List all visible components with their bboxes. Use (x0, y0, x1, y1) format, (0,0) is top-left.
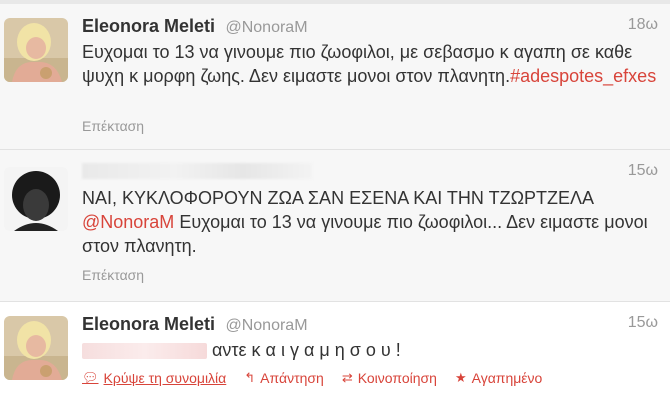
retweet-icon: ⇄ (341, 370, 353, 385)
expand-link[interactable]: Επέκταση (82, 118, 144, 134)
hide-conversation-button[interactable]: 💬︎ Κρύψε τη συνομιλία (82, 370, 226, 386)
tweet-header (82, 162, 670, 184)
author-handle[interactable]: @NonoraM (225, 19, 307, 36)
tweet-1[interactable]: Eleonora Meleti @NonoraM 18ω Ευχομαι το … (0, 4, 670, 150)
tweet-line-1: ΝΑΙ, ΚΥΚΛΟΦΟΡΟΥΝ ΖΩΑ ΣΑΝ ΕΣΕΝΑ ΚΑΙ ΤΗΝ Τ… (82, 188, 595, 208)
conversation-icon: 💬︎ (82, 370, 99, 385)
tweet-body: αντε κ α ι γ α μ η σ ο υ ! (212, 340, 401, 360)
author-name[interactable]: Eleonora Meleti (82, 314, 215, 334)
tweet-header: Eleonora Meleti @NonoraM (82, 16, 670, 38)
mention-link[interactable]: @NonoraM (82, 212, 174, 232)
avatar[interactable] (4, 18, 68, 82)
tweet-time[interactable]: 15ω (628, 314, 658, 332)
avatar[interactable] (4, 167, 68, 231)
avatar[interactable] (4, 316, 68, 380)
tweet-text: αντε κ α ι γ α μ η σ ο υ ! (82, 338, 657, 362)
author-handle[interactable]: @NonoraM (225, 317, 307, 334)
favorite-icon: ★ (454, 370, 467, 385)
reply-label: Απάντηση (260, 370, 324, 386)
tweet-line-2: @NonoraM Ευχομαι το 13 να γινουμε πιο ζω… (82, 210, 657, 258)
favorite-button[interactable]: ★ Αγαπημένο (455, 370, 542, 386)
tweet-2[interactable]: 15ω ΝΑΙ, ΚΥΚΛΟΦΟΡΟΥΝ ΖΩΑ ΣΑΝ ΕΣΕΝΑ ΚΑΙ Τ… (0, 150, 670, 302)
reply-button[interactable]: ↰ Απάντηση (244, 370, 324, 386)
retweet-button[interactable]: ⇄ Κοινοποίηση (342, 370, 437, 386)
tweet-time[interactable]: 15ω (628, 162, 658, 180)
favorite-label: Αγαπημένο (471, 370, 543, 386)
blurred-mention[interactable] (82, 343, 207, 360)
author-name[interactable]: Eleonora Meleti (82, 16, 215, 36)
tweet-header: Eleonora Meleti @NonoraM (82, 314, 670, 336)
reply-icon: ↰ (244, 370, 256, 385)
expand-link[interactable]: Επέκταση (82, 267, 144, 283)
tweet-3[interactable]: Eleonora Meleti @NonoraM 15ω αντε κ α ι … (0, 302, 670, 407)
hashtag-link[interactable]: #adespotes_efxes (510, 66, 656, 86)
tweet-time[interactable]: 18ω (628, 16, 658, 34)
blurred-author-name (82, 162, 312, 179)
retweet-label: Κοινοποίηση (357, 370, 437, 386)
hide-conversation-label: Κρύψε τη συνομιλία (103, 370, 227, 386)
tweet-text: Ευχομαι το 13 να γινουμε πιο ζωοφιλοι, μ… (82, 40, 657, 88)
tweet-text: ΝΑΙ, ΚΥΚΛΟΦΟΡΟΥΝ ΖΩΑ ΣΑΝ ΕΣΕΝΑ ΚΑΙ ΤΗΝ Τ… (82, 186, 657, 258)
tweet-actions: 💬︎ Κρύψε τη συνομιλία ↰ Απάντηση ⇄ Κοινο… (82, 370, 542, 386)
